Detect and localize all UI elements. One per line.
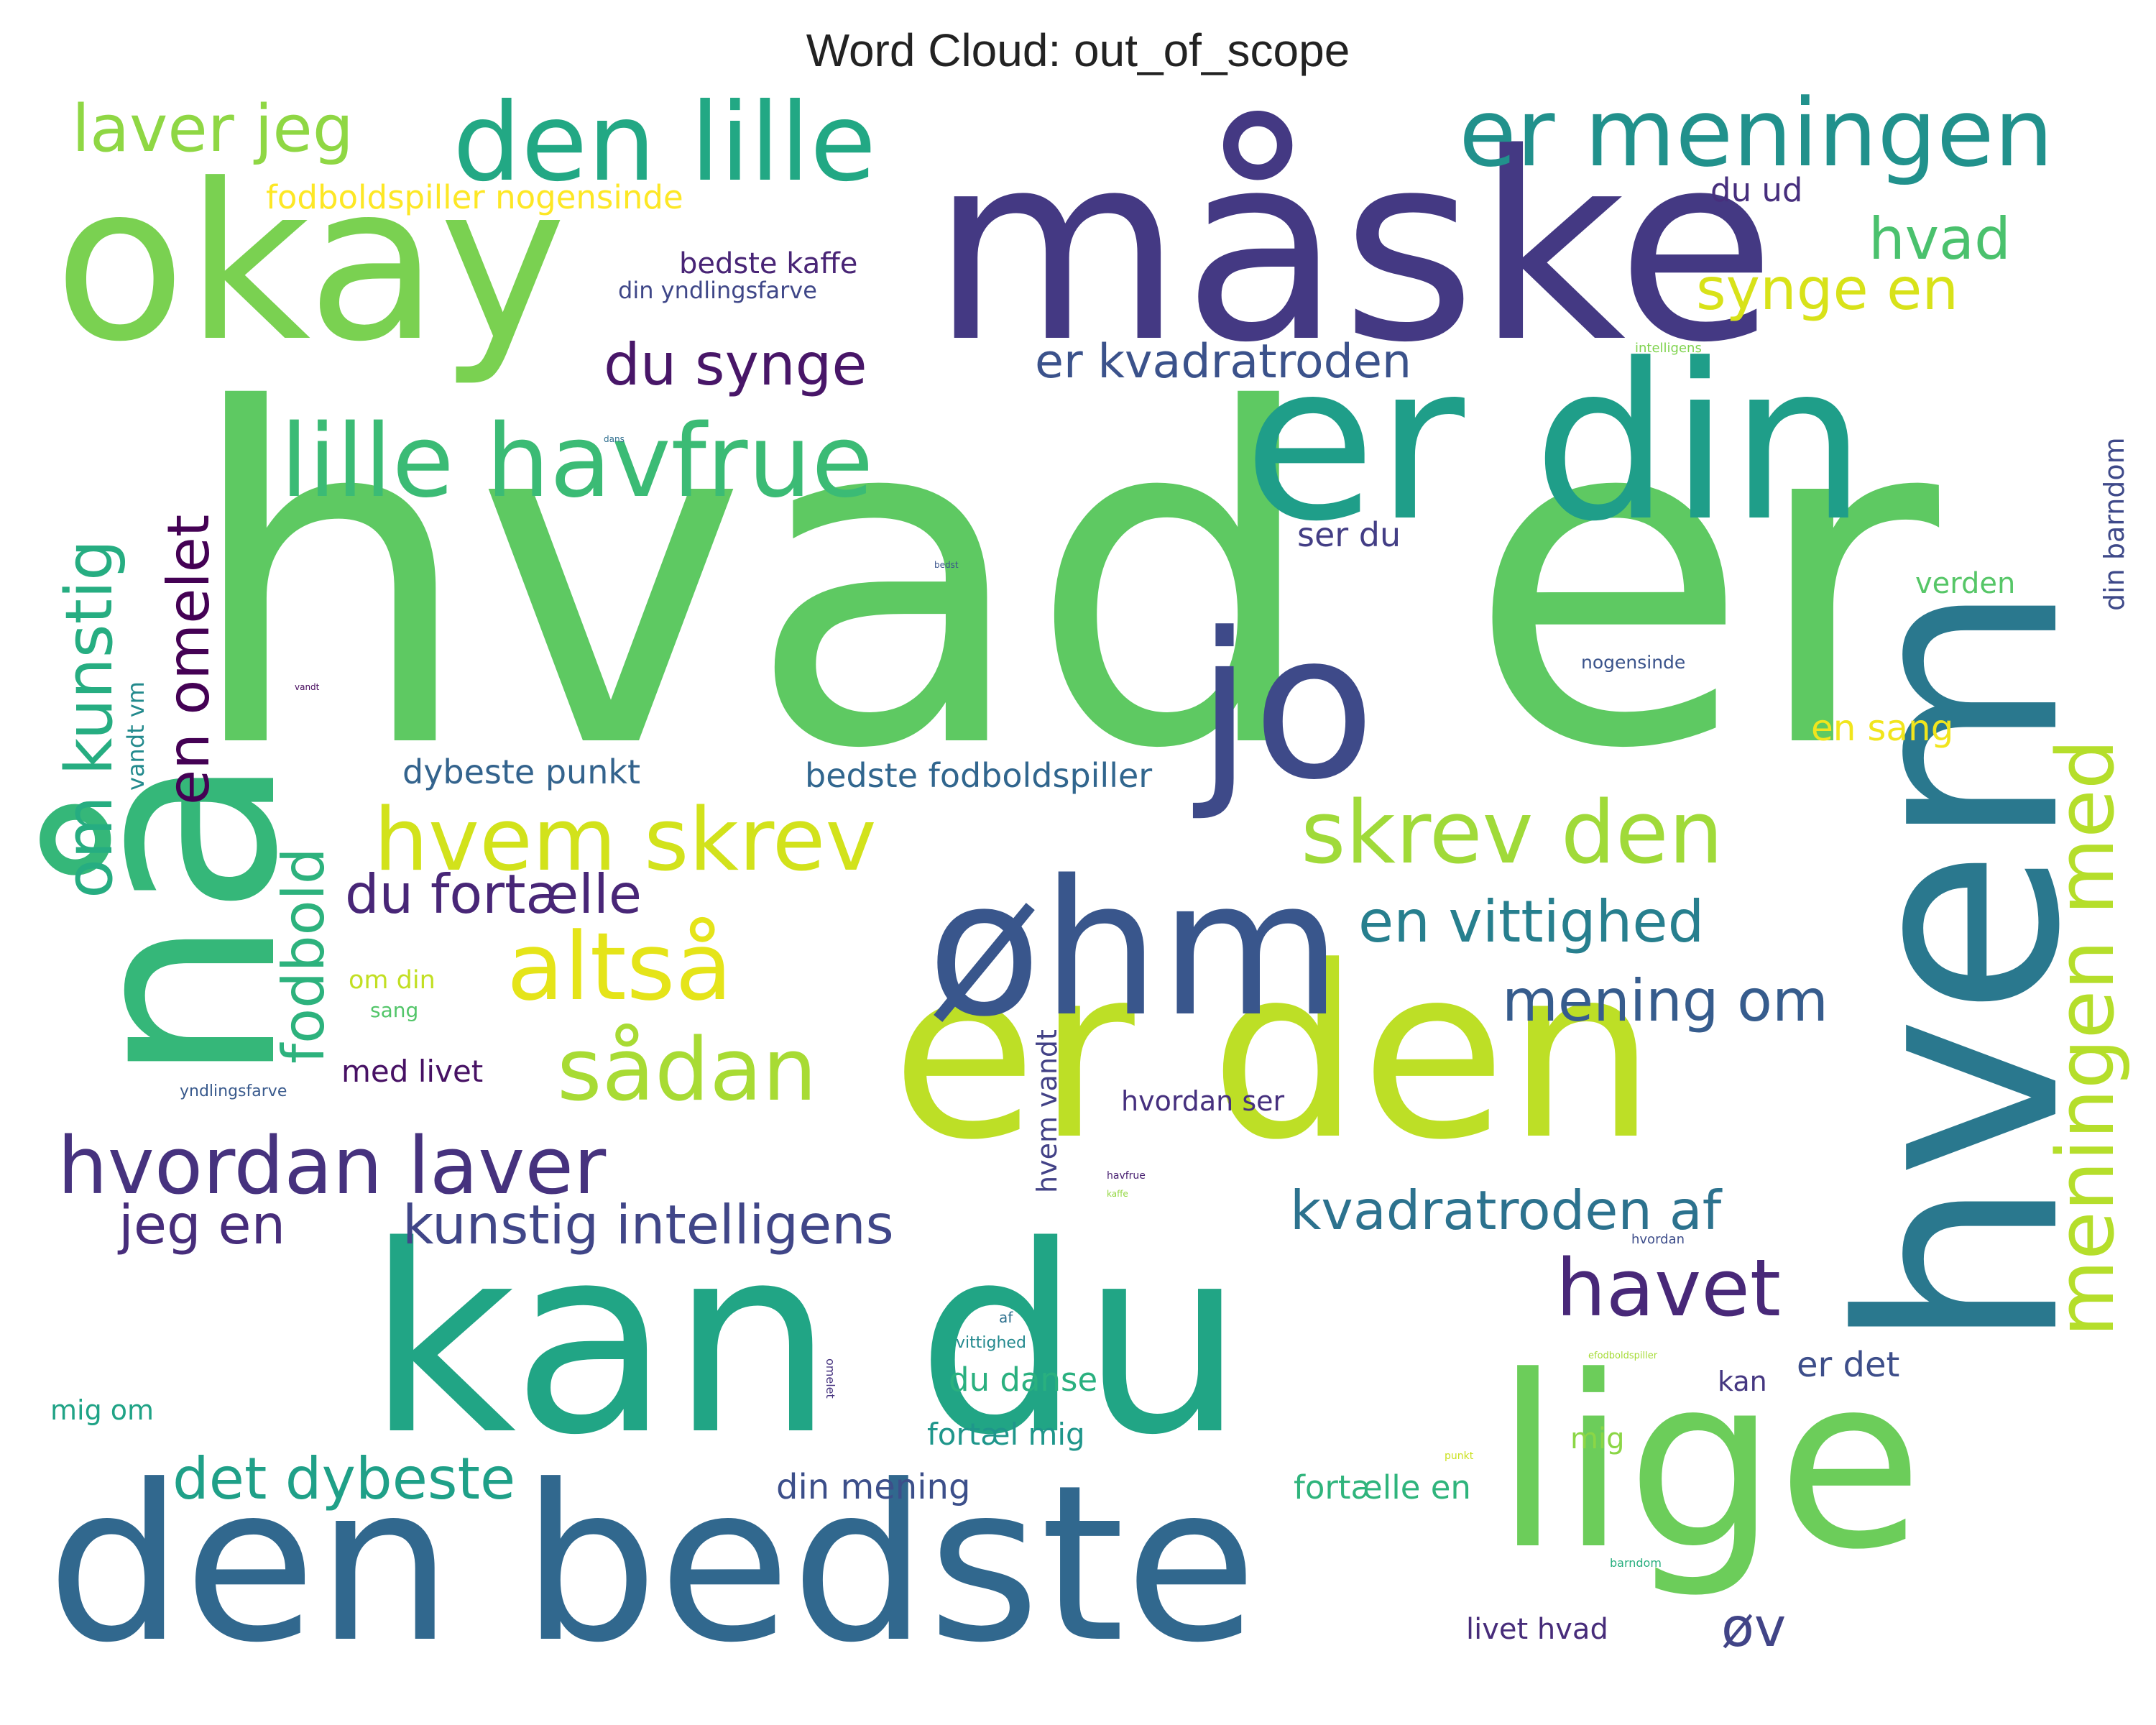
word-37: øv bbox=[1721, 1596, 1786, 1659]
word-40: bedste kaffe bbox=[679, 247, 857, 280]
word-67: intelligens bbox=[1635, 341, 1702, 356]
word-11: øhm bbox=[927, 841, 1342, 1058]
word-cloud: hvad ermåskeokayer dinkan duden bedsteer… bbox=[27, 78, 2132, 1690]
word-20: meningen med bbox=[2040, 739, 2132, 1337]
word-73: hvordan bbox=[1631, 1232, 1685, 1247]
word-45: verden bbox=[1915, 567, 2015, 600]
word-39: du ud bbox=[1710, 171, 1802, 209]
word-71: havfrue bbox=[1107, 1170, 1146, 1182]
word-54: hvem vandt bbox=[1031, 1029, 1063, 1193]
word-14: lille havfrue bbox=[280, 403, 873, 520]
word-24: fodbold bbox=[270, 847, 337, 1064]
word-28: er kvadratroden bbox=[1035, 335, 1411, 389]
word-46: din barndom bbox=[2099, 437, 2130, 611]
word-55: hvordan ser bbox=[1121, 1085, 1285, 1117]
word-41: din yndlingsfarve bbox=[618, 277, 817, 304]
word-23: en omelet bbox=[155, 515, 222, 805]
word-50: om din bbox=[349, 966, 436, 995]
word-43: bedste fodboldspiller bbox=[805, 756, 1152, 795]
word-49: vandt vm bbox=[122, 681, 149, 791]
word-36: det dybeste bbox=[172, 1445, 515, 1512]
word-58: din mening bbox=[776, 1467, 970, 1507]
word-63: kan bbox=[1718, 1366, 1767, 1397]
word-64: er det bbox=[1797, 1345, 1899, 1385]
word-35: havet bbox=[1556, 1242, 1781, 1334]
word-32: kunstig intelligens bbox=[402, 1193, 894, 1256]
word-30: en vittighed bbox=[1358, 888, 1704, 955]
word-27: hvad bbox=[1869, 206, 2011, 272]
word-56: du danse bbox=[949, 1361, 1097, 1399]
word-57: fortæl mig bbox=[927, 1417, 1085, 1452]
word-16: skrev den bbox=[1301, 783, 1723, 883]
word-59: fortælle en bbox=[1294, 1468, 1471, 1506]
word-22: om kunstig bbox=[52, 540, 127, 898]
word-48: en sang bbox=[1811, 707, 1953, 749]
word-61: vittighed bbox=[956, 1334, 1026, 1352]
word-31: mening om bbox=[1502, 967, 1828, 1034]
word-47: nogensinde bbox=[1581, 652, 1685, 673]
word-21: laver jeg bbox=[72, 91, 354, 167]
word-68: dans bbox=[604, 434, 625, 444]
word-77: barndom bbox=[1610, 1556, 1662, 1570]
word-69: bedst bbox=[934, 560, 959, 570]
word-76: punkt bbox=[1445, 1450, 1474, 1462]
word-44: ser du bbox=[1297, 515, 1401, 554]
word-29: du fortælle bbox=[345, 862, 642, 926]
word-25: du synge bbox=[604, 331, 867, 398]
word-52: med livet bbox=[341, 1054, 483, 1089]
word-65: mig bbox=[1570, 1422, 1624, 1455]
word-33: jeg en bbox=[117, 1193, 285, 1256]
word-60: mig om bbox=[50, 1394, 154, 1426]
word-66: livet hvad bbox=[1466, 1613, 1608, 1646]
word-75: efodboldspiller bbox=[1588, 1351, 1658, 1361]
word-70: vandt bbox=[295, 682, 320, 692]
word-17: altså bbox=[507, 912, 732, 1021]
word-62: omelet bbox=[824, 1358, 837, 1399]
word-18: sådan bbox=[557, 1021, 817, 1121]
word-42: dybeste punkt bbox=[402, 753, 640, 791]
word-38: fodboldspiller nogensinde bbox=[266, 178, 683, 216]
word-72: kaffe bbox=[1107, 1189, 1128, 1199]
word-51: sang bbox=[370, 998, 418, 1022]
word-53: yndlingsfarve bbox=[180, 1082, 287, 1100]
word-74: af bbox=[999, 1309, 1013, 1326]
